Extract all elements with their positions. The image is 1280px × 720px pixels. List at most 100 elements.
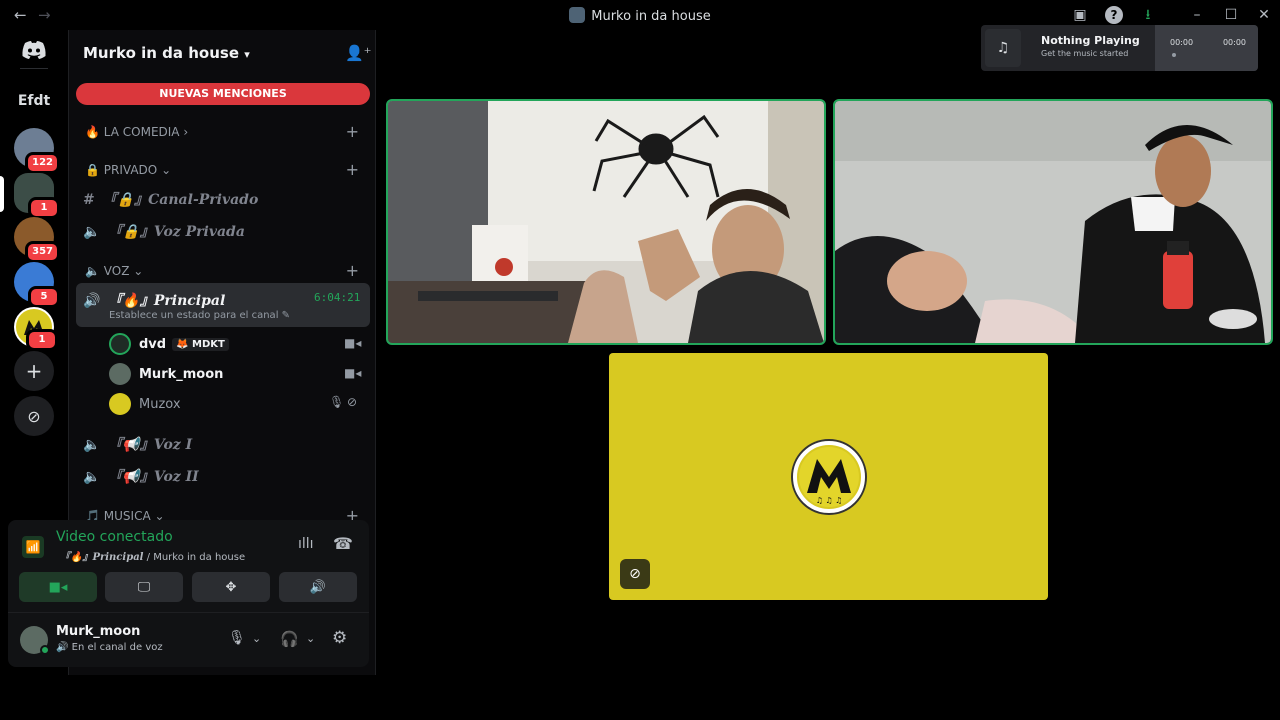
new-mentions-bar[interactable]: NUEVAS MENCIONES — [76, 83, 370, 105]
voice-member-murk-moon[interactable]: Murk_moon — [109, 362, 223, 386]
progress-knob[interactable] — [1172, 53, 1176, 57]
webcam-feed-murk-moon — [835, 101, 1271, 343]
avatar — [109, 363, 131, 385]
noise-suppression-icon[interactable]: ıllı — [298, 536, 314, 552]
channel-status-prompt[interactable]: Establece un estado para el canal ✎ — [109, 310, 290, 321]
headphones-icon[interactable]: 🎧 — [280, 630, 299, 648]
channel-canal-privado[interactable]: # 『🔒』Canal-Privado — [83, 189, 258, 209]
video-tile-muzox[interactable]: ♫ ♫ ♫ ⊘ — [609, 353, 1048, 600]
connection-channel[interactable]: 『🔥』Principal / Murko in da house — [60, 548, 245, 563]
soundboard-icon: 🔊 — [309, 579, 327, 595]
category-privado[interactable]: 🔒 PRIVADO ⌄ — [85, 163, 171, 177]
create-channel-icon[interactable]: + — [346, 261, 359, 280]
soundboard-button[interactable]: 🔊 — [279, 572, 357, 602]
chevron-right-icon: › — [183, 125, 189, 139]
lock-icon: 🔒 — [85, 163, 100, 177]
fire-icon: 🔥 — [85, 125, 100, 139]
category-la-comedia[interactable]: 🔥 LA COMEDIA › — [85, 125, 188, 139]
microphone-icon[interactable]: 🎙 — [228, 630, 246, 646]
channel-voz-privada[interactable]: 🔈 『🔒』Voz Privada — [83, 221, 245, 241]
voice-member-muzox[interactable]: Muzox — [109, 392, 181, 416]
mic-muted-icon: 🎙 — [329, 395, 345, 409]
video-icon: ■◂ — [48, 579, 68, 595]
video-tile-murk-moon[interactable] — [833, 99, 1273, 345]
connection-status[interactable]: Video conectado — [56, 529, 173, 545]
chevron-down-icon: ⌄ — [161, 163, 172, 177]
server-folder-2[interactable]: 357 — [14, 217, 60, 263]
settings-gear-icon[interactable]: ⚙ — [332, 628, 347, 648]
time-total: 00:00 — [1222, 38, 1246, 47]
hashtag-icon: # — [83, 192, 95, 208]
unread-badge: 5 — [28, 286, 60, 308]
speaker-icon: 🔊 — [56, 642, 69, 653]
time-elapsed: 00:00 — [1170, 38, 1194, 47]
close-icon[interactable]: ✕ — [1255, 6, 1273, 24]
help-icon[interactable]: ? — [1105, 6, 1123, 24]
speaker-icon: 🔊 — [83, 293, 101, 309]
maximize-icon[interactable]: ☐ — [1222, 6, 1240, 24]
divider — [8, 612, 369, 613]
create-channel-icon[interactable]: + — [346, 160, 359, 179]
unread-badge: 122 — [25, 152, 60, 174]
speaker-icon: 🔈 — [83, 437, 101, 453]
channel-voz-2[interactable]: 🔈 『📢』Voz II — [83, 466, 199, 486]
server-muzox[interactable]: 1 — [14, 307, 58, 351]
music-note-icon[interactable]: ♫ — [985, 29, 1021, 67]
activities-button[interactable]: ✥ — [192, 572, 270, 602]
channel-voz-1[interactable]: 🔈 『📢』Voz I — [83, 434, 192, 454]
inbox-icon[interactable]: ▣ — [1071, 6, 1089, 24]
channel-principal[interactable]: 🔊 『🔥』Principal — [83, 290, 225, 310]
video-icon: ■◂ — [344, 366, 362, 380]
camera-button[interactable]: ■◂ — [19, 572, 97, 602]
video-tile-dvd[interactable] — [386, 99, 826, 345]
screen-share-button[interactable]: 🖵 — [105, 572, 183, 602]
rail-divider — [20, 68, 48, 69]
voice-connection-panel: 📶 Video conectado 『🔥』Principal / Murko i… — [8, 520, 369, 667]
now-playing-subtitle: Get the music started — [1041, 49, 1129, 58]
svg-text:♫ ♫ ♫: ♫ ♫ ♫ — [816, 496, 843, 505]
category-voz[interactable]: 🔈 VOZ ⌄ — [85, 264, 143, 278]
speaker-icon: 🔈 — [83, 224, 101, 240]
guild-tag: 🦊 MDKT — [172, 337, 229, 351]
minimize-icon[interactable]: – — [1188, 6, 1206, 24]
server-name-header[interactable]: Murko in da house ▾ — [83, 44, 250, 62]
discover-icon[interactable]: ⊘ — [14, 396, 54, 436]
selected-server-indicator — [0, 176, 4, 212]
now-playing-title: Nothing Playing — [1041, 34, 1140, 47]
voice-member-dvd[interactable]: dvd 🦊 MDKT — [109, 332, 229, 356]
user-status: 🔊 En el canal de voz — [56, 642, 163, 653]
pencil-icon: ✎ — [281, 310, 291, 321]
avatar — [109, 333, 131, 355]
screen-share-icon: 🖵 — [137, 579, 151, 595]
chevron-down-icon[interactable]: ⌄ — [252, 632, 261, 645]
muzox-avatar: ♫ ♫ ♫ — [793, 441, 865, 513]
create-channel-icon[interactable]: + — [346, 122, 359, 141]
unread-badge: 1 — [28, 197, 60, 219]
chevron-down-icon: ⌄ — [133, 264, 144, 278]
activities-icon: ✥ — [225, 579, 237, 595]
unread-badge: 1 — [26, 329, 58, 351]
server-murko[interactable]: 1 — [14, 173, 60, 219]
discord-home-icon[interactable] — [14, 30, 54, 70]
disconnect-icon[interactable]: ☎ — [333, 534, 353, 553]
speaker-icon: 🔈 — [83, 469, 101, 485]
server-efdt[interactable]: Efdt — [14, 81, 54, 121]
invite-people-icon[interactable]: 👤⁺ — [345, 44, 372, 62]
online-status-dot — [40, 645, 50, 655]
video-icon: ■◂ — [344, 336, 362, 350]
speaker-icon: 🔈 — [85, 264, 100, 278]
add-server-icon[interactable]: + — [14, 351, 54, 391]
call-timer: 6:04:21 — [314, 291, 361, 304]
user-name[interactable]: Murk_moon — [56, 624, 140, 639]
download-icon[interactable]: ⭳ — [1139, 6, 1157, 24]
chevron-down-icon[interactable]: ⌄ — [306, 632, 315, 645]
now-playing-widget: ♫ Nothing Playing Get the music started … — [981, 25, 1258, 71]
playback-panel: 00:00 00:00 — [1155, 25, 1258, 71]
chevron-down-icon: ▾ — [244, 48, 250, 61]
server-pokemon[interactable]: 5 — [14, 262, 60, 308]
avatar — [109, 393, 131, 415]
deafened-icon: ⊘ — [347, 395, 358, 409]
muzox-logo-icon: ♫ ♫ ♫ — [799, 447, 859, 507]
server-folder-1[interactable]: 122 — [14, 128, 60, 174]
connection-signal-icon[interactable]: 📶 — [22, 536, 44, 558]
